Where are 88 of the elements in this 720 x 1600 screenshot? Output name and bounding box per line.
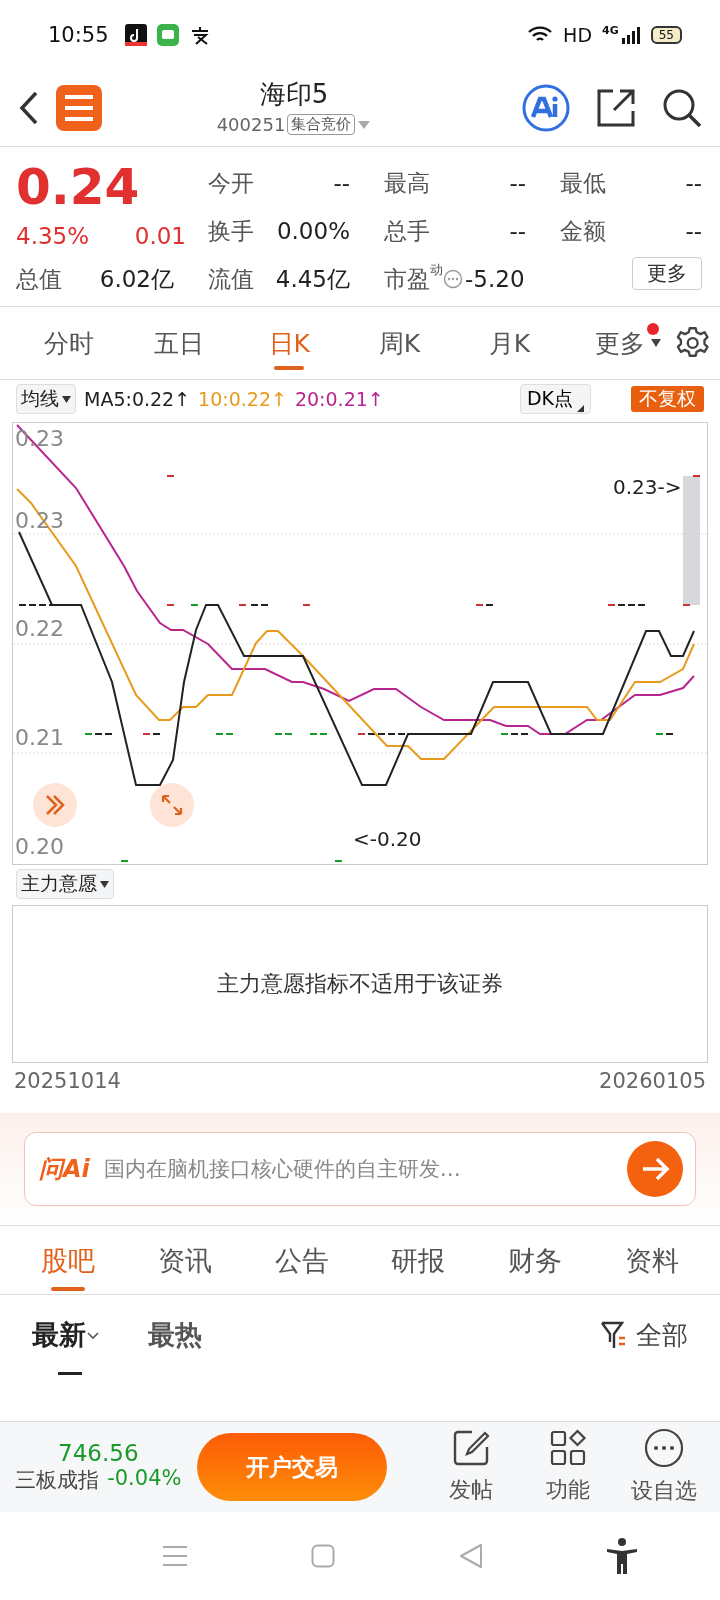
moving-average-label: 20:0.21↑: [294, 388, 384, 410]
accessibility-icon[interactable]: [606, 1538, 639, 1574]
caret-icon: [62, 395, 71, 403]
sort-tab[interactable]: 最热: [148, 1295, 202, 1375]
end-date: 20260105: [599, 1069, 706, 1095]
min-price-label: <-0.20: [353, 827, 422, 851]
content-tab[interactable]: 股吧: [41, 1229, 96, 1291]
stock-title: 海印5: [259, 78, 329, 111]
quote-label: 今开: [208, 169, 254, 198]
max-price-label: 0.23->: [613, 475, 682, 499]
moving-average-label: 10:0.22↑: [198, 388, 287, 410]
change-percent: 4.35%: [16, 223, 90, 249]
moving-average-label: MA5:0.22↑: [84, 388, 191, 410]
filter-label[interactable]: 全部: [636, 1317, 688, 1353]
content-tab[interactable]: 财务: [507, 1229, 562, 1291]
network-type: 4G: [602, 24, 619, 37]
action-label[interactable]: 设自选: [630, 1476, 697, 1506]
quote-label: 流值: [208, 265, 254, 294]
quote-value: -5.20: [465, 266, 525, 292]
ai-question-field[interactable]: 问Ai 国内在脑机接口核心硬件的自主研发…: [24, 1132, 696, 1206]
status-time: 10:55: [48, 23, 109, 47]
dk-point-button[interactable]: DK点: [519, 384, 591, 414]
quote-label: 总手: [384, 217, 430, 246]
period-tab[interactable]: 日K: [234, 316, 345, 370]
quote-label: 市盈$^{动}$: [384, 261, 443, 294]
indicator-message: 主力意愿指标不适用于该证券: [217, 970, 503, 998]
ai-logo: 问Ai: [39, 1154, 90, 1185]
action-label[interactable]: 功能: [545, 1475, 590, 1505]
ai-prompt: 国内在脑机接口核心硬件的自主研发…: [103, 1156, 462, 1183]
message-notification-icon: [156, 24, 179, 46]
indicator-dropdown[interactable]: 主力意愿: [16, 869, 114, 899]
fullscreen-button[interactable]: [150, 783, 194, 827]
index-change: -0.04%: [107, 1466, 182, 1492]
quote-label: 总值: [16, 265, 62, 294]
quote-label: 换手: [208, 217, 254, 246]
grid-icon[interactable]: [548, 1429, 587, 1467]
quote-value: --: [508, 170, 526, 196]
app-notification-icon: [124, 24, 147, 46]
ai-assistant-icon[interactable]: [522, 84, 570, 132]
index-value: 746.56: [58, 1440, 139, 1466]
search-icon[interactable]: [662, 88, 702, 128]
share-icon[interactable]: [596, 88, 636, 128]
period-tab[interactable]: 月K: [454, 316, 565, 370]
more-info-icon[interactable]: [443, 269, 463, 289]
caret-icon: [650, 338, 661, 347]
caret-icon: [100, 880, 109, 888]
edit-icon[interactable]: [452, 1429, 491, 1467]
content-tab[interactable]: 资料: [624, 1229, 679, 1291]
fast-forward-button[interactable]: [33, 783, 77, 827]
period-tab[interactable]: 五日: [124, 316, 235, 370]
quote-value: --: [508, 218, 526, 244]
quote-value: 4.45亿: [274, 264, 350, 294]
quote-label: 最高: [384, 169, 430, 198]
quote-label: 金额: [560, 217, 606, 246]
submit-arrow-button[interactable]: [627, 1141, 683, 1197]
quote-label: 最低: [560, 169, 606, 198]
stock-code: 400251: [216, 114, 286, 135]
start-date: 20251014: [14, 1069, 121, 1095]
content-tab[interactable]: 资讯: [158, 1229, 212, 1291]
quote-value: --: [332, 170, 350, 196]
hd-indicator: HD: [563, 24, 593, 46]
axis-label: 0.22: [15, 615, 64, 643]
period-tab[interactable]: 周K: [344, 316, 455, 370]
corner-icon: [577, 405, 584, 412]
more-button[interactable]: 更多: [632, 257, 702, 290]
action-label[interactable]: 发帖: [449, 1475, 494, 1505]
battery-level: 55: [650, 26, 682, 44]
content-tab[interactable]: 研报: [391, 1229, 446, 1291]
axis-label: 0.20: [15, 833, 64, 861]
quote-value: --: [684, 170, 702, 196]
signal-icon: [620, 26, 641, 44]
period-tab[interactable]: 分时: [14, 316, 125, 370]
back-icon[interactable]: [18, 90, 40, 126]
chevron-icon: [86, 1330, 100, 1340]
auction-badge: 集合竞价: [287, 114, 356, 135]
quote-value: 0.00%: [275, 218, 350, 244]
sort-tab[interactable]: 最新: [32, 1295, 100, 1375]
axis-label: 0.21: [15, 724, 64, 752]
index-name: 三板成指: [15, 1467, 100, 1494]
current-price: 0.24: [16, 159, 141, 215]
quote-value: --: [684, 218, 702, 244]
change-amount: 0.01: [134, 223, 186, 249]
content-tab[interactable]: 公告: [274, 1229, 329, 1291]
quote-value: 6.02亿: [98, 264, 174, 294]
period-tab[interactable]: 更多: [564, 316, 675, 370]
filter-icon[interactable]: [600, 1320, 628, 1350]
indicator-dropdown[interactable]: 均线: [16, 384, 76, 414]
more-icon[interactable]: [643, 1428, 684, 1468]
